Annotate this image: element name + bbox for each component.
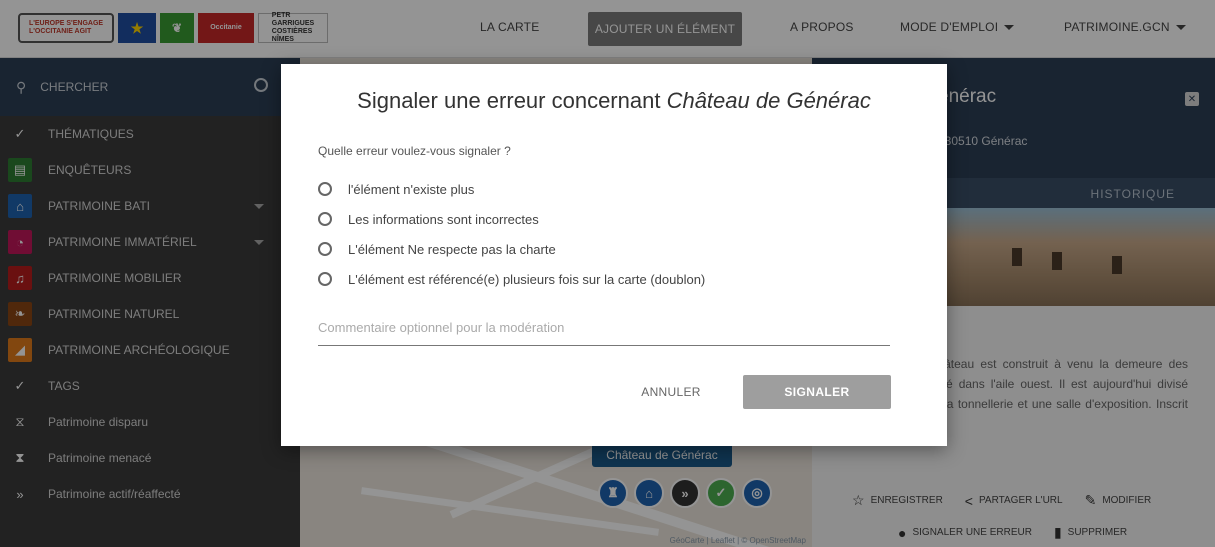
radio-button[interactable]	[318, 182, 332, 196]
error-option[interactable]: l'élément n'existe plus	[318, 174, 705, 204]
cancel-button[interactable]: ANNULER	[631, 375, 711, 409]
dialog-title-item: Château de Générac	[666, 88, 871, 113]
dialog-question: Quelle erreur voulez-vous signaler ?	[318, 144, 511, 158]
error-option[interactable]: L'élément Ne respecte pas la charte	[318, 234, 705, 264]
comment-input[interactable]	[318, 310, 890, 346]
radio-button[interactable]	[318, 212, 332, 226]
error-options: l'élément n'existe plus Les informations …	[318, 174, 705, 294]
radio-button[interactable]	[318, 242, 332, 256]
error-option-label: L'élément Ne respecte pas la charte	[348, 241, 556, 257]
dialog-title: Signaler une erreur concernant Château d…	[281, 88, 947, 114]
report-error-dialog: Signaler une erreur concernant Château d…	[281, 64, 947, 446]
error-option-label: L'élément est référencé(e) plusieurs foi…	[348, 271, 706, 287]
error-option-label: l'élément n'existe plus	[348, 181, 475, 197]
error-option-label: Les informations sont incorrectes	[348, 211, 539, 227]
dialog-title-prefix: Signaler une erreur concernant	[357, 88, 667, 113]
submit-report-button[interactable]: SIGNALER	[743, 375, 891, 409]
radio-button[interactable]	[318, 272, 332, 286]
error-option[interactable]: Les informations sont incorrectes	[318, 204, 705, 234]
error-option[interactable]: L'élément est référencé(e) plusieurs foi…	[318, 264, 705, 294]
